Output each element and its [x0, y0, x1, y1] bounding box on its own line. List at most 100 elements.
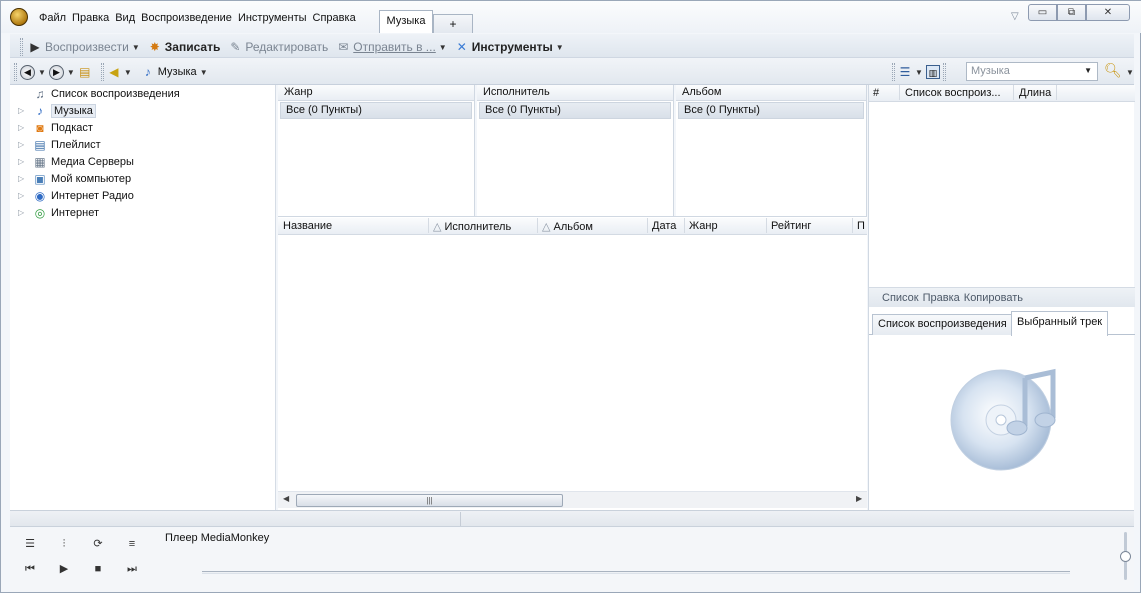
equalizer-icon[interactable]: ⫶: [56, 537, 72, 551]
seek-bar[interactable]: [202, 571, 1070, 574]
menu-bar: Файл Правка Вид Воспроизведение Инструме…: [36, 12, 359, 24]
menu-view[interactable]: Вид: [112, 12, 138, 24]
menu-playback[interactable]: Воспроизведение: [138, 12, 235, 24]
tree-item-label: Интернет: [51, 206, 99, 219]
caret-down-icon: ▼: [555, 42, 564, 52]
app-logo-icon[interactable]: [10, 8, 28, 26]
burn-button[interactable]: ✸ Записать: [145, 40, 224, 54]
tab-music[interactable]: Музыка: [379, 10, 433, 33]
previous-icon[interactable]: ⏮: [22, 562, 38, 576]
stop-icon[interactable]: ■: [90, 562, 106, 576]
column-length[interactable]: Длина: [1013, 85, 1057, 100]
track-list-header: Название △ Исполнитель △ Альбом Дата Жан…: [278, 218, 867, 235]
volume-knob[interactable]: [1120, 551, 1131, 562]
caret-down-icon[interactable]: ▼: [915, 68, 923, 77]
edit-button[interactable]: ✎ Редактировать: [225, 40, 331, 54]
tree-item-now-playing[interactable]: ♫ Список воспроизведения: [10, 85, 180, 102]
back-icon[interactable]: ◀: [20, 64, 35, 80]
search-input[interactable]: Музыка ▼: [966, 62, 1098, 81]
genre-header[interactable]: Жанр: [278, 85, 474, 101]
caret-down-icon[interactable]: ▼: [38, 68, 46, 77]
artist-all-item[interactable]: Все (0 Пункты): [479, 102, 671, 119]
list-menu[interactable]: Список: [882, 292, 919, 304]
forward-icon[interactable]: ▶: [48, 64, 64, 80]
album-all-item[interactable]: Все (0 Пункты): [678, 102, 864, 119]
column-artist[interactable]: △ Исполнитель: [428, 218, 511, 233]
toolbar-grip[interactable]: [942, 63, 946, 81]
expand-icon[interactable]: ▷: [18, 208, 28, 217]
repeat-icon[interactable]: ⟳: [90, 537, 106, 551]
column-title[interactable]: Название: [283, 220, 332, 232]
column-number[interactable]: #: [873, 87, 879, 99]
list-view-icon[interactable]: ☰: [898, 65, 912, 79]
playlist-icon: ♫: [35, 86, 45, 101]
restore-button[interactable]: ⧉: [1057, 4, 1086, 21]
podcast-icon: ◙: [36, 120, 44, 135]
horizontal-scrollbar[interactable]: ◀ ||| ▶: [278, 491, 867, 508]
caret-down-icon[interactable]: ▼: [132, 43, 140, 52]
minimize-button[interactable]: ▭: [1028, 4, 1057, 21]
close-button[interactable]: ✕: [1086, 4, 1130, 21]
folder-up-icon[interactable]: ▤: [78, 65, 92, 79]
menu-tools[interactable]: Инструменты: [235, 12, 310, 24]
column-date[interactable]: Дата: [647, 218, 676, 233]
menu-edit[interactable]: Правка: [69, 12, 112, 24]
add-tab-button[interactable]: +: [433, 14, 473, 33]
search-value: Музыка: [971, 65, 1010, 77]
album-header[interactable]: Альбом: [676, 85, 866, 101]
caret-down-icon[interactable]: ▼: [200, 68, 208, 77]
location-label[interactable]: Музыка: [158, 66, 197, 78]
scroll-right-icon[interactable]: ▶: [856, 494, 862, 503]
column-genre[interactable]: Жанр: [684, 218, 718, 233]
tree-item-internet-radio[interactable]: ▷ ◉ Интернет Радио: [10, 187, 134, 204]
toolbar-grip[interactable]: [892, 63, 895, 81]
scrollbar-thumb[interactable]: |||: [296, 494, 563, 507]
column-playlist[interactable]: Список воспроиз...: [899, 85, 1001, 100]
column-more[interactable]: П: [852, 218, 865, 233]
play-button[interactable]: ▶ Воспроизвести ▼: [25, 40, 143, 54]
toolbar-grip[interactable]: [20, 38, 23, 56]
column-rating[interactable]: Рейтинг: [766, 218, 811, 233]
search-icon[interactable]: 🔍︎: [1104, 62, 1122, 79]
tree-item-media-servers[interactable]: ▷ ▦ Медиа Серверы: [10, 153, 134, 170]
tab-now-playing[interactable]: Список воспроизведения: [872, 314, 1013, 335]
expand-icon[interactable]: ▷: [18, 191, 28, 200]
shuffle-icon[interactable]: ≡: [124, 537, 140, 551]
now-playing-panel: # Список воспроиз... Длина Список Правка…: [868, 85, 1135, 510]
caret-down-icon[interactable]: ▼: [439, 43, 447, 52]
column-album[interactable]: △ Альбом: [537, 218, 593, 233]
artist-header[interactable]: Исполнитель: [477, 85, 673, 101]
chevron-down-icon[interactable]: ▽: [1011, 11, 1019, 22]
column-view-icon[interactable]: ▥: [925, 65, 940, 79]
scroll-left-icon[interactable]: ◀: [283, 494, 289, 503]
expand-icon[interactable]: ▷: [18, 123, 28, 132]
menu-file[interactable]: Файл: [36, 12, 69, 24]
tools-button[interactable]: ✕ Инструменты ▼: [452, 40, 567, 54]
expand-icon[interactable]: ▷: [18, 106, 28, 115]
genre-all-item[interactable]: Все (0 Пункты): [280, 102, 472, 119]
playlist-toggle-icon[interactable]: ☰: [22, 537, 38, 551]
expand-icon[interactable]: ▷: [18, 157, 28, 166]
tree-item-internet[interactable]: ▷ ◎ Интернет: [10, 204, 99, 221]
copy-menu[interactable]: Копировать: [964, 292, 1023, 304]
next-icon[interactable]: ⏭: [124, 562, 140, 576]
toolbar-grip[interactable]: [14, 63, 17, 81]
tab-selected-track[interactable]: Выбранный трек: [1011, 311, 1109, 336]
tree-item-playlist[interactable]: ▷ ▤ Плейлист: [10, 136, 101, 153]
tree-item-my-computer[interactable]: ▷ ▣ Мой компьютер: [10, 170, 131, 187]
tree-item-podcast[interactable]: ▷ ◙ Подкаст: [10, 119, 93, 136]
play-label: Воспроизвести: [45, 40, 129, 54]
caret-down-icon[interactable]: ▼: [1084, 66, 1092, 75]
expand-icon[interactable]: ▷: [18, 174, 28, 183]
toolbar-grip[interactable]: [100, 63, 104, 81]
caret-down-icon[interactable]: ▼: [124, 68, 132, 77]
menu-help[interactable]: Справка: [310, 12, 359, 24]
caret-down-icon[interactable]: ▼: [1126, 68, 1134, 77]
tree-item-music[interactable]: ▷ ♪ Музыка: [10, 102, 96, 119]
send-to-button[interactable]: ✉ Отправить в ... ▼: [333, 40, 449, 54]
expand-icon[interactable]: ▷: [18, 140, 28, 149]
caret-down-icon[interactable]: ▼: [67, 68, 75, 77]
volume-icon[interactable]: ◀: [107, 65, 121, 79]
play-icon[interactable]: ▶: [56, 562, 72, 576]
edit-menu[interactable]: Правка: [923, 292, 960, 304]
